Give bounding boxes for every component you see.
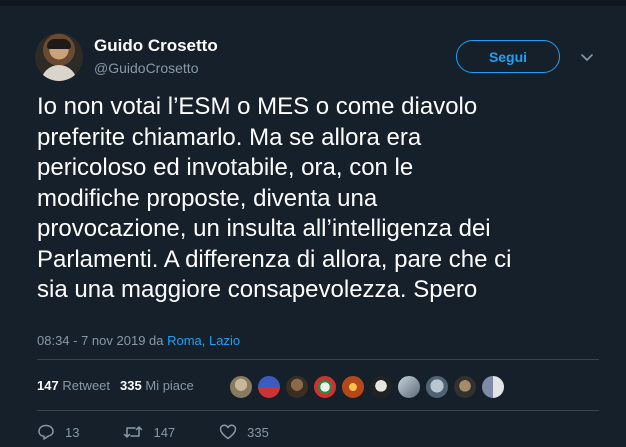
like-button[interactable]: 335 (219, 423, 269, 441)
heart-icon (219, 424, 237, 440)
liker-avatar[interactable] (229, 375, 253, 399)
reply-icon (38, 424, 54, 440)
liker-avatar[interactable] (257, 375, 281, 399)
retweet-button[interactable]: 147 (123, 423, 175, 441)
tweet-actions: 13 147 335 (37, 423, 313, 441)
retweet-stat[interactable]: 147 Retweet (37, 378, 110, 393)
divider (37, 410, 599, 411)
follow-button[interactable]: Segui (456, 40, 560, 73)
reply-count: 13 (65, 424, 80, 440)
retweet-action-count: 147 (153, 424, 176, 440)
tweet-text: Io non votai l’ESM o MES o come diavolo … (37, 93, 512, 303)
liker-avatar[interactable] (313, 375, 337, 399)
tweet-location[interactable]: Roma, Lazio (167, 333, 240, 348)
divider (37, 359, 599, 360)
chevron-down-icon[interactable] (578, 48, 596, 66)
liker-avatar[interactable] (453, 375, 477, 399)
like-stat[interactable]: 335 Mi piace (120, 378, 194, 393)
author-name[interactable]: Guido Crosetto (94, 36, 218, 56)
tweet-timestamp[interactable]: 08:34 - 7 nov 2019 da (37, 333, 167, 348)
avatar[interactable] (35, 33, 83, 81)
tweet-stats: 147 Retweet 335 Mi piace (37, 378, 194, 393)
reply-button[interactable]: 13 (37, 423, 79, 441)
liker-avatar[interactable] (285, 375, 309, 399)
author-handle[interactable]: @GuidoCrosetto (94, 60, 198, 76)
liker-avatar[interactable] (397, 375, 421, 399)
liker-avatar[interactable] (425, 375, 449, 399)
like-action-count: 335 (247, 424, 269, 440)
retweet-icon (124, 426, 143, 438)
retweet-label: Retweet (62, 378, 111, 393)
liker-avatar[interactable] (341, 375, 365, 399)
tweet-card: Guido Crosetto @GuidoCrosetto Segui Io n… (0, 0, 626, 447)
retweet-count: 147 (37, 378, 59, 393)
top-edge (0, 0, 626, 6)
liker-avatar[interactable] (481, 375, 505, 399)
like-label: Mi piace (145, 378, 194, 393)
tweet-meta: 08:34 - 7 nov 2019 da Roma, Lazio (37, 333, 240, 348)
like-count: 335 (120, 378, 142, 393)
liker-avatars (229, 375, 505, 399)
liker-avatar[interactable] (369, 375, 393, 399)
